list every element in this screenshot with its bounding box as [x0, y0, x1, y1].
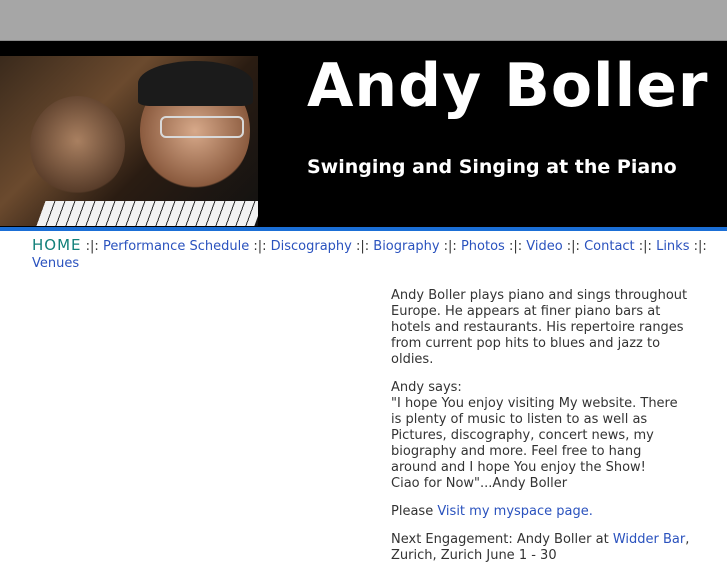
piano-keys-image: [34, 201, 258, 226]
browser-top-bar: [0, 0, 727, 41]
nav-links[interactable]: Links: [656, 239, 689, 254]
header-divider: [0, 227, 727, 231]
main-nav: HOME :|: Performance Schedule :|: Discog…: [32, 237, 712, 272]
nav-separator: :|:: [566, 239, 580, 254]
header-photo: [0, 56, 258, 226]
site-title: Andy Boller: [307, 51, 709, 121]
nav-separator: :|:: [638, 239, 652, 254]
intro-paragraph: Andy Boller plays piano and sings throug…: [391, 288, 688, 367]
nav-performance-schedule[interactable]: Performance Schedule: [103, 239, 249, 254]
signoff-text: Ciao for Now"...Andy Boller: [391, 476, 568, 491]
nav-home[interactable]: HOME: [32, 236, 82, 254]
site-header: Andy Boller Swinging and Singing at the …: [0, 41, 727, 227]
nav-venues[interactable]: Venues: [32, 256, 79, 271]
myspace-paragraph: Please Visit my myspace page.: [391, 504, 593, 519]
nav-photos[interactable]: Photos: [461, 239, 505, 254]
nav-discography[interactable]: Discography: [271, 239, 352, 254]
nav-separator: :|:: [85, 239, 99, 254]
says-label: Andy says:: [391, 380, 462, 395]
quote-paragraph: Andy says: "I hope You enjoy visiting My…: [391, 380, 691, 492]
nav-video[interactable]: Video: [526, 239, 562, 254]
next-engagement-paragraph: Next Engagement: Andy Boller at Widder B…: [391, 532, 690, 563]
nav-separator: :|:: [253, 239, 267, 254]
quote-text: "I hope You enjoy visiting My website. T…: [391, 396, 678, 475]
site-tagline: Swinging and Singing at the Piano: [307, 156, 677, 178]
main-content: Andy Boller plays piano and sings throug…: [391, 288, 691, 576]
nav-separator: :|:: [443, 239, 457, 254]
nav-separator: :|:: [356, 239, 370, 254]
nav-biography[interactable]: Biography: [373, 239, 439, 254]
nav-separator: :|:: [693, 239, 707, 254]
nav-separator: :|:: [508, 239, 523, 254]
nav-contact[interactable]: Contact: [584, 239, 635, 254]
myspace-link[interactable]: Visit my myspace page.: [437, 504, 593, 519]
